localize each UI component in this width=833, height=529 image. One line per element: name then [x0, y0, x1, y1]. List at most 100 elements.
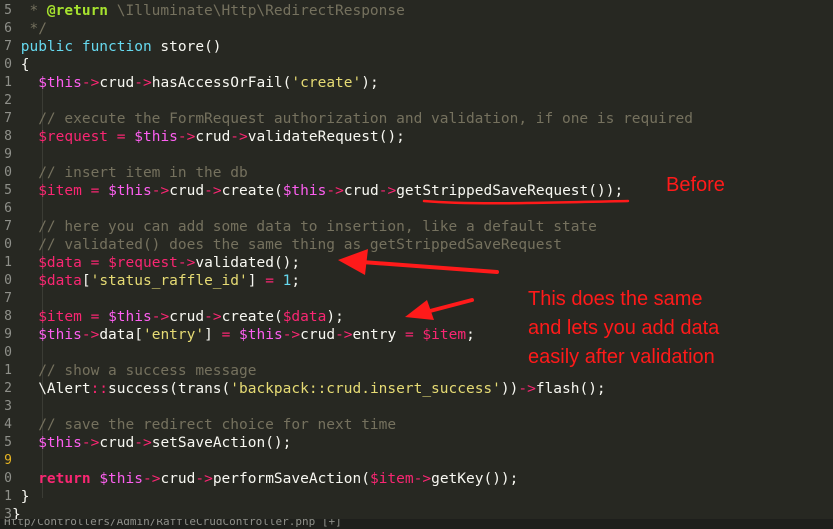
code-token: crud [99, 435, 135, 451]
code-line[interactable]: 7 // execute the FormRequest authorizati… [0, 110, 833, 128]
code-token: ); [326, 309, 344, 325]
line-code: $this->crud->hasAccessOrFail('create'); [12, 74, 379, 92]
line-number: 9 [4, 453, 12, 468]
code-token: // show a success message [12, 363, 257, 379]
line-code: { [12, 56, 30, 74]
code-line[interactable]: 3 [0, 398, 833, 416]
code-token: -> [326, 183, 344, 199]
line-number: 0 [4, 165, 12, 180]
code-token: ); [361, 75, 379, 91]
code-token: create( [221, 309, 283, 325]
code-line[interactable]: 0 { [0, 56, 833, 74]
code-line[interactable]: 9 [0, 452, 833, 470]
code-token: $this [108, 309, 152, 325]
code-line[interactable]: 6 */ [0, 20, 833, 38]
code-lines[interactable]: 5 * @return \Illuminate\Http\RedirectRes… [0, 2, 833, 524]
line-code: * @return \Illuminate\Http\RedirectRespo… [12, 2, 405, 20]
line-number: 0 [4, 345, 12, 360]
code-token: 'entry' [142, 327, 205, 343]
code-token: */ [12, 21, 47, 37]
line-number: 2 [4, 381, 12, 396]
code-token: } [12, 489, 30, 505]
code-token: return [12, 471, 91, 487]
line-number: 5 [4, 435, 12, 450]
code-token: -> [230, 129, 248, 145]
code-token: = [404, 327, 414, 343]
status-filename: Http/Controllers/Admin/RaffleCrudControl… [4, 519, 342, 528]
line-number: 7 [4, 219, 12, 234]
code-line[interactable]: 4 // save the redirect choice for next t… [0, 416, 833, 434]
code-token: = [221, 327, 231, 343]
code-token: -> [378, 183, 397, 199]
code-line[interactable]: 1 } [0, 488, 833, 506]
code-line[interactable]: 6 [0, 200, 833, 218]
line-number: 7 [4, 111, 12, 126]
line-number: 6 [4, 21, 12, 36]
code-token: function [81, 39, 152, 55]
code-token: $this [38, 75, 82, 91]
line-code: $item = $this->crud->create($this->crud-… [12, 182, 623, 200]
code-line[interactable]: 0 // validated() does the same thing as … [0, 236, 833, 254]
code-token: store() [151, 39, 222, 55]
code-token: = [81, 183, 109, 199]
line-number: 8 [4, 129, 12, 144]
code-token: = [265, 273, 274, 289]
code-line[interactable]: 8 $request = $this->crud->validateReques… [0, 128, 833, 146]
code-token: $data [38, 273, 82, 289]
line-code: // validated() does the same thing as ge… [12, 236, 562, 254]
code-token: -> [151, 183, 170, 199]
code-token: 'create' [291, 75, 362, 91]
code-token: -> [134, 75, 152, 91]
line-code: $request = $this->crud->validateRequest(… [12, 128, 405, 146]
code-token: $this [108, 183, 152, 199]
line-number: 2 [4, 93, 12, 108]
code-token: ] [204, 327, 222, 343]
line-number: 9 [4, 147, 12, 162]
code-line[interactable]: 1 $this->crud->hasAccessOrFail('create')… [0, 74, 833, 92]
code-token: crud [99, 75, 135, 91]
line-number: 5 [4, 183, 12, 198]
line-code: $this->crud->setSaveAction(); [12, 434, 291, 452]
line-number: 8 [4, 309, 12, 324]
code-token: -> [204, 309, 222, 325]
code-token: ; [466, 327, 475, 343]
code-token: // insert item in the db [12, 165, 248, 181]
code-line[interactable]: 2 \Alert::success(trans('backpack::crud.… [0, 380, 833, 398]
code-token: $this [99, 471, 143, 487]
code-token: data[ [99, 327, 143, 343]
code-token: crud [169, 309, 205, 325]
code-line[interactable]: 9 [0, 146, 833, 164]
code-token: $this [134, 129, 178, 145]
code-token: ; [291, 273, 301, 289]
code-token: $data [38, 255, 82, 271]
code-token: * [12, 3, 47, 19]
line-code: \Alert::success(trans('backpack::crud.in… [12, 380, 605, 398]
code-line[interactable]: 0 return $this->crud->performSaveAction(… [0, 470, 833, 488]
code-token: crud [195, 129, 231, 145]
line-number: 0 [4, 273, 12, 288]
line-code: public function store() [12, 38, 222, 56]
code-token: = [108, 129, 135, 145]
code-line[interactable]: 1 $data = $request->validated(); [0, 254, 833, 272]
code-line[interactable]: 7 public function store() [0, 38, 833, 56]
code-token: -> [177, 255, 196, 271]
code-token: \Illuminate\Http\RedirectResponse [108, 3, 405, 19]
code-token: crud [169, 183, 205, 199]
code-line[interactable]: 2 [0, 92, 833, 110]
code-token: )) [500, 381, 519, 397]
code-line[interactable]: 5 * @return \Illuminate\Http\RedirectRes… [0, 2, 833, 20]
code-line[interactable]: 5 $this->crud->setSaveAction(); [0, 434, 833, 452]
line-number: 5 [4, 3, 12, 18]
code-token: $item [38, 183, 82, 199]
code-editor[interactable]: 5 * @return \Illuminate\Http\RedirectRes… [0, 0, 833, 529]
code-line[interactable]: 7 // here you can add some data to inser… [0, 218, 833, 236]
code-token: entry [352, 327, 405, 343]
line-number: 4 [4, 417, 12, 432]
code-token: // execute the FormRequest authorization… [12, 111, 693, 127]
